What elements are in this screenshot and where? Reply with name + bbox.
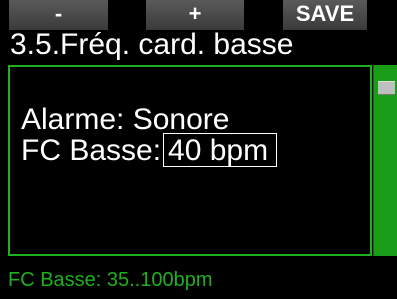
alarm-value: Sonore	[132, 103, 230, 136]
save-button[interactable]: SAVE	[283, 0, 367, 30]
scrollbar[interactable]	[373, 65, 397, 256]
alarm-row[interactable]: Alarme: Sonore	[21, 103, 229, 137]
fc-basse-value-field[interactable]: 40 bpm	[163, 133, 278, 167]
settings-panel: Alarme: Sonore FC Basse: 40 bpm	[8, 65, 372, 256]
minus-button[interactable]: -	[9, 0, 108, 30]
page-title: 3.5.Fréq. card. basse	[10, 28, 294, 61]
range-hint: FC Basse: 35..100bpm	[8, 269, 213, 291]
alarm-label: Alarme:	[21, 103, 125, 136]
scrollbar-thumb[interactable]	[378, 81, 395, 95]
plus-button[interactable]: +	[146, 0, 244, 30]
fc-basse-row[interactable]: FC Basse: 40 bpm	[21, 133, 278, 168]
fc-basse-label: FC Basse:	[21, 134, 162, 167]
